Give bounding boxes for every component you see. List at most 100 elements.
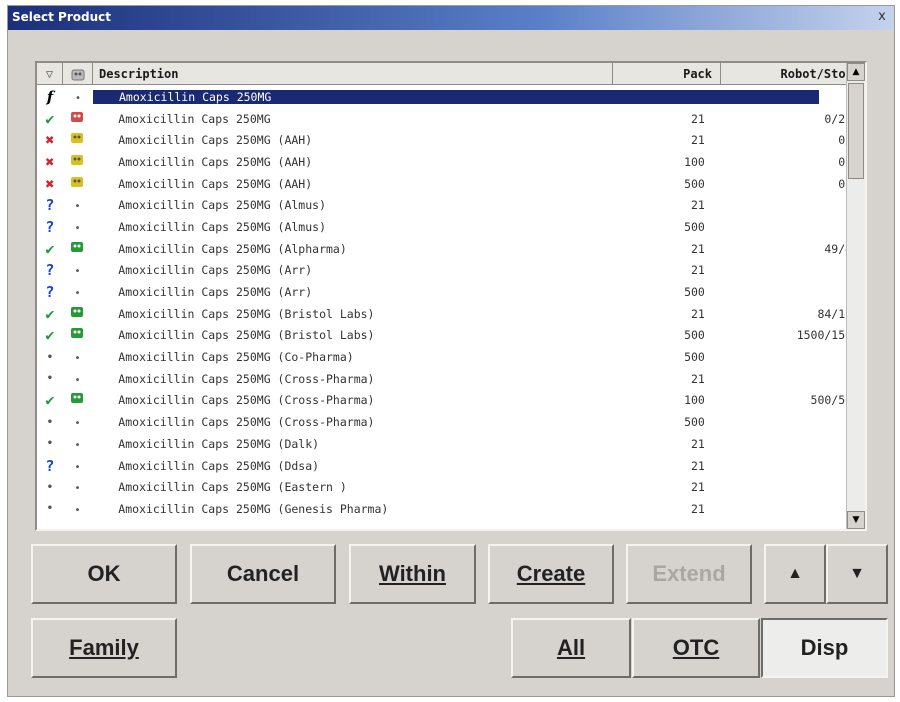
- scroll-thumb[interactable]: [848, 83, 864, 179]
- move-down-button[interactable]: ▼: [826, 544, 888, 604]
- product-list[interactable]: ▽ Description Pack Robot/Stock f • Amoxici…: [35, 61, 867, 531]
- row-description: Amoxicillin Caps 250MG (Eastern ): [118, 480, 347, 495]
- table-row[interactable]: • • Amoxicillin Caps 250MG (Cross-Pharma) 5…: [37, 411, 865, 433]
- table-row[interactable]: ✔ Amoxicillin Caps 250MG 21 0/210: [37, 108, 865, 130]
- filter-icon[interactable]: ▽: [37, 63, 63, 85]
- check-icon: ✔: [45, 326, 55, 345]
- row-description: Amoxicillin Caps 250MG (Arr): [118, 263, 313, 278]
- question-icon: ?: [45, 217, 55, 236]
- close-icon[interactable]: x: [874, 9, 890, 25]
- create-button[interactable]: Create: [488, 544, 614, 604]
- table-row[interactable]: ? • Amoxicillin Caps 250MG (Arr) 500 0: [37, 281, 865, 303]
- all-button[interactable]: All: [511, 618, 631, 678]
- row-pack: 500: [684, 350, 705, 365]
- bullet-icon: •: [74, 266, 81, 278]
- row-pack: 100: [684, 393, 705, 408]
- table-row[interactable]: • • Amoxicillin Caps 250MG (Genesis Pharma…: [37, 498, 865, 520]
- table-row[interactable]: • • Amoxicillin Caps 250MG (Cross-Pharma) 2…: [37, 368, 865, 390]
- family-button[interactable]: Family: [31, 618, 177, 678]
- bullet-icon: •: [74, 504, 81, 516]
- check-icon: ✔: [45, 391, 55, 410]
- row-pack: 500: [684, 219, 705, 234]
- row-description: Amoxicillin Caps 250MG (Cross-Pharma): [118, 371, 375, 386]
- bullet-icon: •: [46, 351, 53, 363]
- row-pack: 21: [691, 306, 705, 321]
- bullet-icon: •: [46, 438, 53, 450]
- otc-button[interactable]: OTC: [632, 618, 760, 678]
- table-row[interactable]: ? • Amoxicillin Caps 250MG (Arr) 21 0: [37, 260, 865, 282]
- bullet-icon: •: [74, 461, 81, 473]
- table-row[interactable]: ? • Amoxicillin Caps 250MG (Almus) 21 0: [37, 194, 865, 216]
- robot-yellow-icon: [63, 153, 93, 171]
- row-description: Amoxicillin Caps 250MG (Almus): [118, 198, 327, 213]
- ok-button[interactable]: OK: [31, 544, 177, 604]
- row-description: Amoxicillin Caps 250MG (AAH): [118, 176, 313, 191]
- vertical-scrollbar[interactable]: ▲ ▼: [846, 63, 865, 529]
- cancel-button[interactable]: Cancel: [190, 544, 336, 604]
- row-stock: 0: [713, 415, 865, 429]
- table-row[interactable]: • • Amoxicillin Caps 250MG (Co-Pharma) 500 0: [37, 346, 865, 368]
- table-row[interactable]: ✔ Amoxicillin Caps 250MG (Cross-Pharma) 10…: [37, 390, 865, 412]
- disp-button[interactable]: Disp: [761, 618, 888, 678]
- row-pack: 21: [691, 241, 705, 256]
- scroll-up-icon[interactable]: ▲: [847, 63, 865, 81]
- table-row[interactable]: ✔ Amoxicillin Caps 250MG (Bristol Labs) 21…: [37, 303, 865, 325]
- row-stock: 0: [713, 220, 865, 234]
- robot-red-icon: [63, 110, 93, 128]
- table-row[interactable]: ✔ Amoxicillin Caps 250MG (Bristol Labs) 50…: [37, 325, 865, 347]
- within-button[interactable]: Within: [349, 544, 476, 604]
- bullet-icon: •: [74, 222, 81, 234]
- window-title: Select Product: [12, 10, 111, 24]
- bullet-icon: •: [74, 418, 81, 430]
- table-row[interactable]: • • Amoxicillin Caps 250MG (Dalk) 21 0: [37, 433, 865, 455]
- formula-icon: f: [46, 87, 54, 106]
- table-row[interactable]: ? • Amoxicillin Caps 250MG (Almus) 500 0: [37, 216, 865, 238]
- row-stock: 500/500: [810, 393, 859, 408]
- row-description: Amoxicillin Caps 250MG (Dalk): [118, 436, 320, 451]
- table-row[interactable]: ✔ Amoxicillin Caps 250MG (Alpharma) 21 49/4…: [37, 238, 865, 260]
- column-description[interactable]: Description: [93, 63, 613, 85]
- row-pack: 500: [684, 176, 705, 191]
- scroll-down-icon[interactable]: ▼: [847, 511, 865, 529]
- bullet-icon: •: [74, 439, 81, 451]
- check-icon: ✔: [45, 109, 55, 128]
- bullet-icon: •: [74, 483, 81, 495]
- column-pack[interactable]: Pack: [613, 63, 721, 85]
- row-description: Amoxicillin Caps 250MG (Almus): [118, 219, 327, 234]
- extend-button[interactable]: Extend: [626, 544, 752, 604]
- table-row[interactable]: ? • Amoxicillin Caps 250MG (Ddsa) 21 0: [37, 455, 865, 477]
- table-row[interactable]: ✖ Amoxicillin Caps 250MG (AAH) 500 0/0: [37, 173, 865, 195]
- row-description: Amoxicillin Caps 250MG (AAH): [118, 154, 313, 169]
- row-stock: 49/49: [824, 241, 859, 256]
- row-pack: 21: [691, 133, 705, 148]
- row-pack: 21: [691, 436, 705, 451]
- row-description: Amoxicillin Caps 250MG (Cross-Pharma): [118, 393, 375, 408]
- bullet-icon: •: [74, 92, 82, 104]
- row-stock: 0: [713, 198, 865, 212]
- row-description: Amoxicillin Caps 250MG (Arr): [118, 285, 313, 300]
- table-row[interactable]: ✖ Amoxicillin Caps 250MG (AAH) 100 0/0: [37, 151, 865, 173]
- row-stock: 0/210: [824, 111, 859, 126]
- row-description: Amoxicillin Caps 250MG (Cross-Pharma): [118, 415, 375, 430]
- move-up-button[interactable]: ▲: [764, 544, 826, 604]
- question-icon: ?: [45, 456, 55, 475]
- row-stock: 0: [713, 437, 865, 451]
- row-stock: 0/0: [713, 133, 865, 147]
- column-stock[interactable]: Robot/Stock: [721, 63, 865, 85]
- row-stock: 84/126: [817, 306, 859, 321]
- robot-column-icon[interactable]: [63, 63, 93, 85]
- cross-icon: ✖: [45, 174, 55, 193]
- row-stock: 0: [713, 372, 865, 386]
- row-pack: 21: [691, 111, 705, 126]
- table-row[interactable]: • • Amoxicillin Caps 250MG (Eastern ) 21 0: [37, 476, 865, 498]
- table-row[interactable]: ✖ Amoxicillin Caps 250MG (AAH) 21 0/0: [37, 129, 865, 151]
- row-pack: 21: [691, 371, 705, 386]
- table-row[interactable]: f • Amoxicillin Caps 250MG: [37, 86, 865, 108]
- row-pack: 21: [691, 198, 705, 213]
- row-pack: 21: [691, 501, 705, 516]
- row-pack: 21: [691, 458, 705, 473]
- create-label: Create: [516, 561, 586, 586]
- row-stock: 0: [713, 502, 865, 516]
- bullet-icon: •: [46, 373, 53, 385]
- bullet-icon: •: [74, 201, 81, 213]
